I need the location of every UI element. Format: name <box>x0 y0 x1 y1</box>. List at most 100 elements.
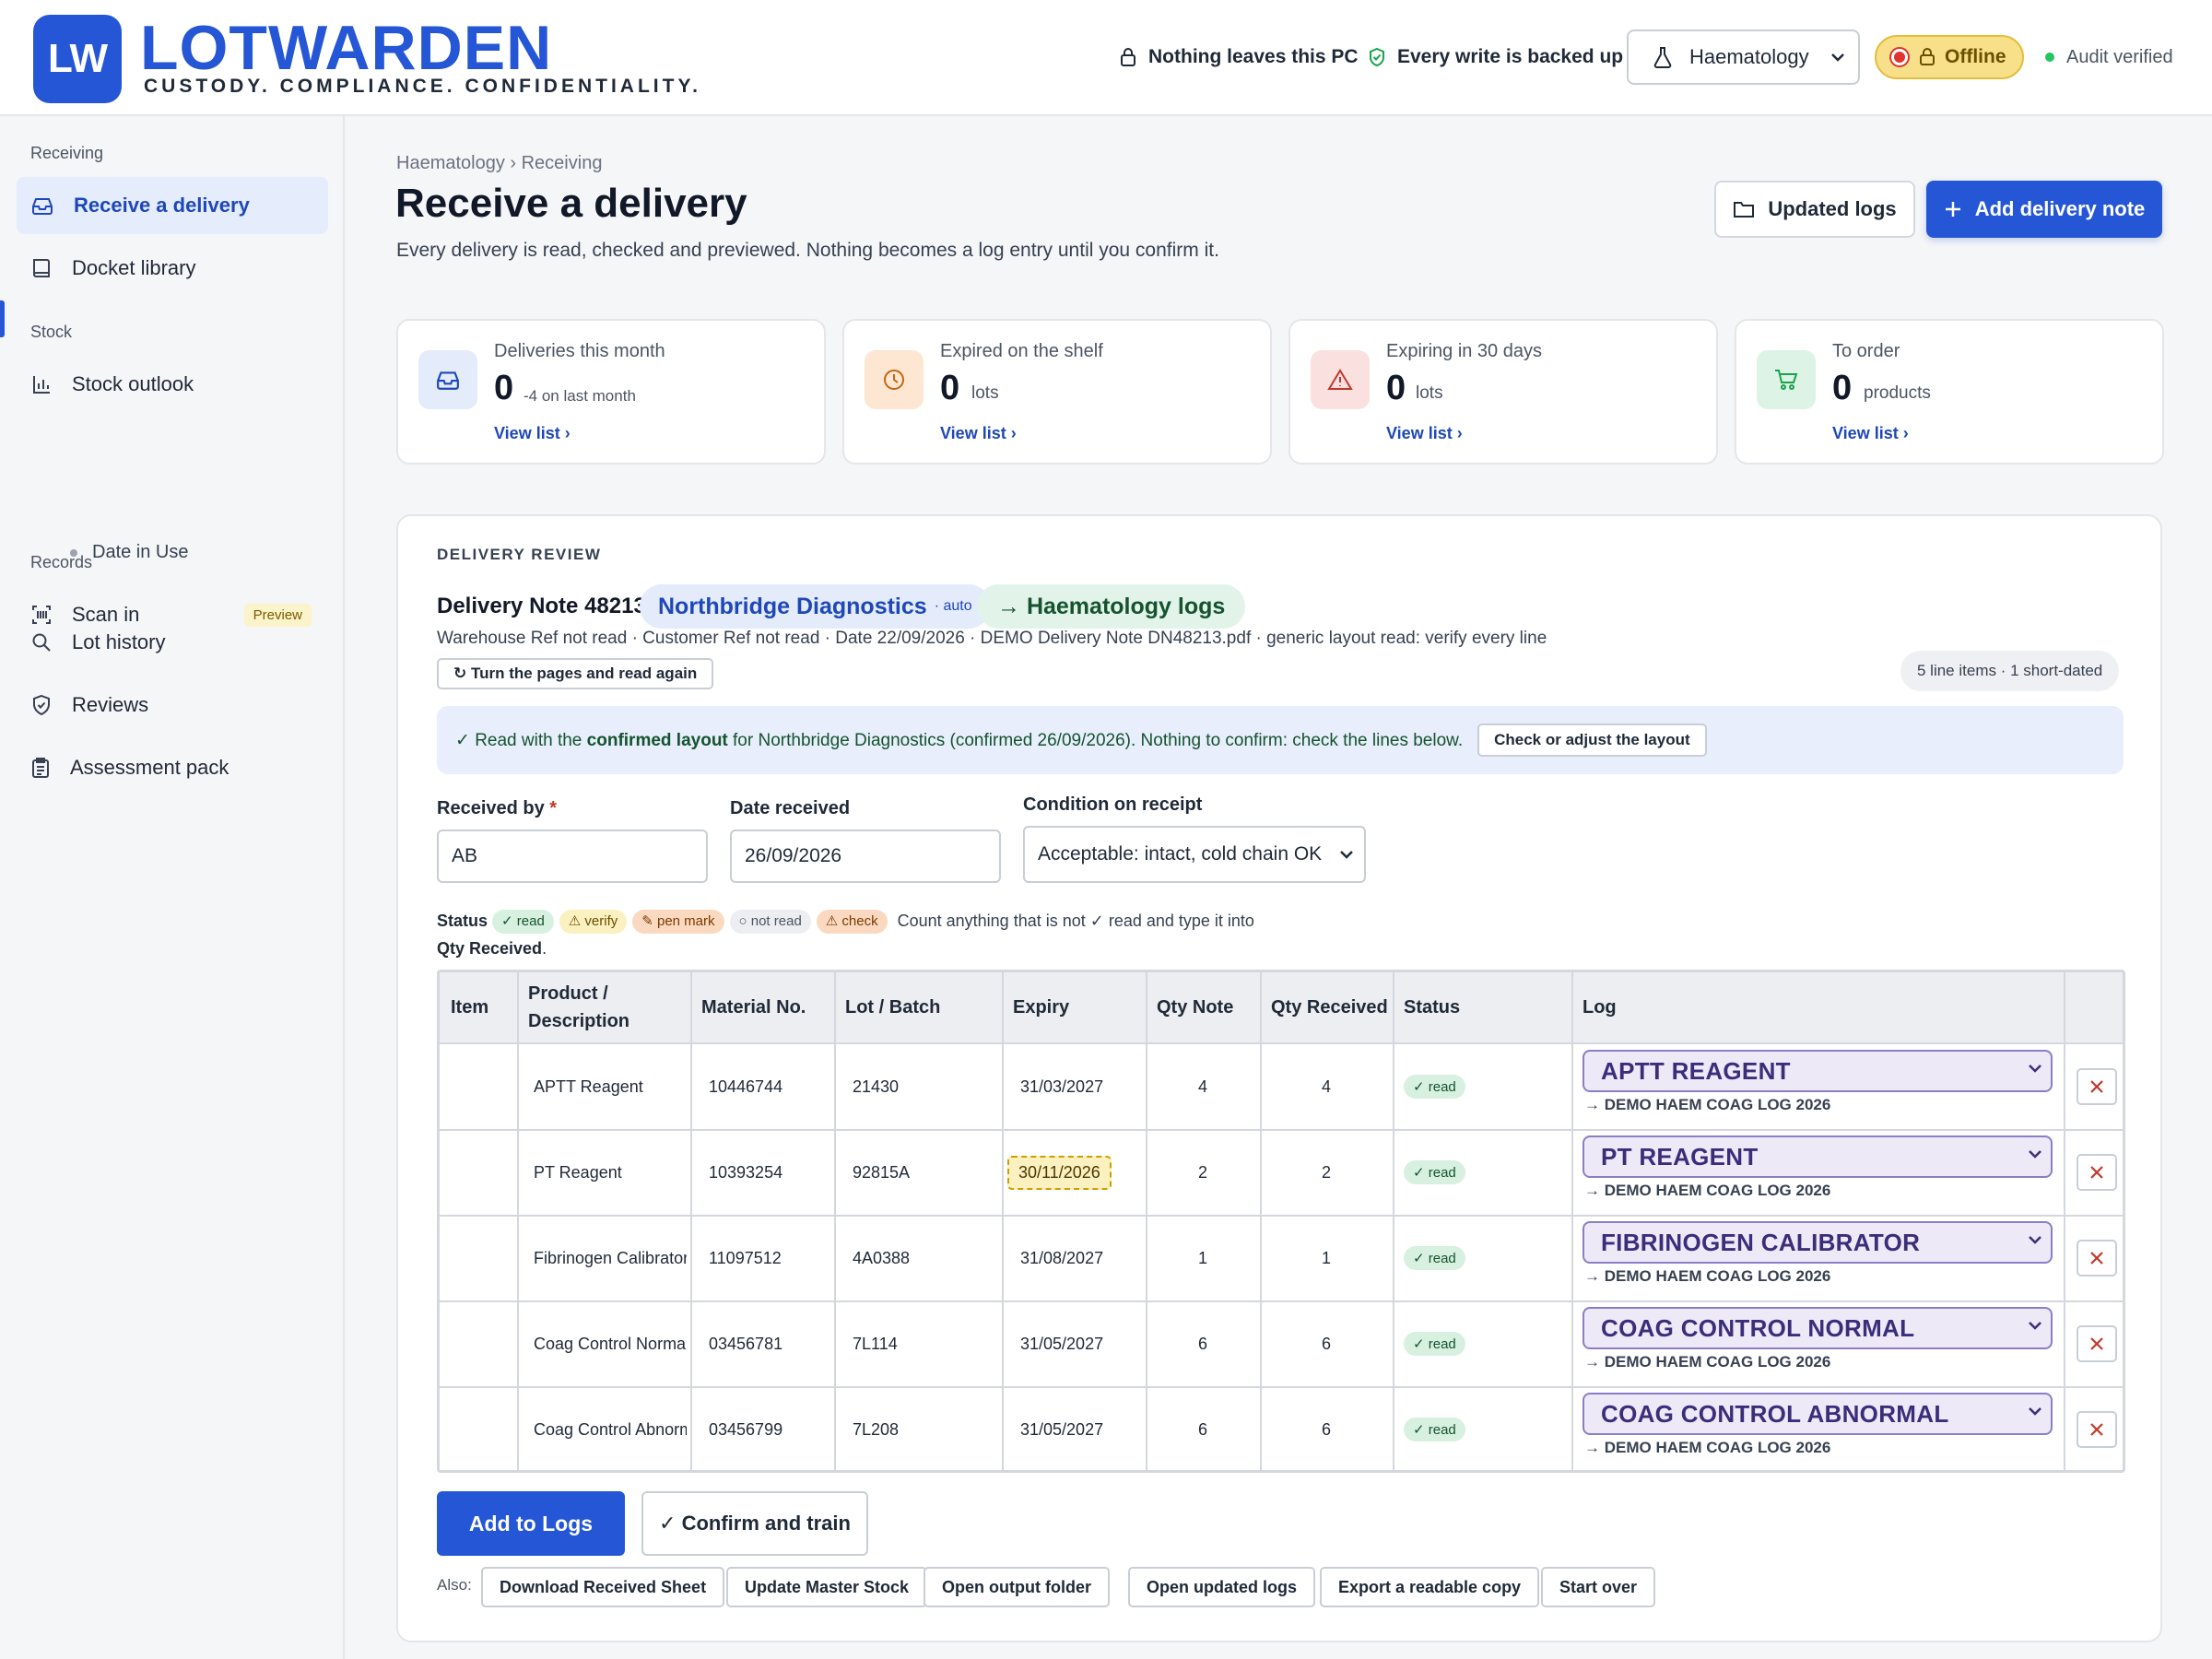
read-again-button[interactable]: ↻ Turn the pages and read again <box>437 658 714 689</box>
item-cell <box>440 1216 517 1300</box>
log-select[interactable]: COAG CONTROL NORMAL <box>1583 1307 2053 1349</box>
expiry-value: 31/05/2027 <box>1020 1419 1104 1439</box>
open-output-folder-button[interactable]: Open output folder <box>924 1567 1110 1607</box>
stat-label: Expiring in 30 days <box>1386 341 1542 361</box>
received-by-input[interactable]: AB <box>437 830 708 883</box>
sidebar-item-lot-history[interactable]: Lot history <box>17 614 328 671</box>
expiry-value: 31/03/2027 <box>1020 1077 1104 1096</box>
column-divider <box>690 972 692 1470</box>
sidebar-item-receive-delivery[interactable]: Receive a delivery <box>17 177 328 234</box>
log-select[interactable]: PT REAGENT <box>1583 1135 2053 1178</box>
search-icon <box>31 632 52 653</box>
sidebar-section-receiving: Receiving <box>30 144 104 162</box>
stat-value: 0 <box>1832 369 1853 407</box>
column-divider <box>517 972 519 1470</box>
delivery-review-panel: DELIVERY REVIEW Delivery Note 48213 Nort… <box>396 514 2162 1642</box>
sidebar-section-stock: Stock <box>30 323 73 341</box>
sidebar-item-stock-outlook[interactable]: Stock outlook <box>17 356 328 413</box>
qty-note-cell: 1 <box>1197 1248 1207 1267</box>
also-label: Also: <box>437 1576 472 1594</box>
stat-card-deliveries: Deliveries this month 0 -4 on last month… <box>396 319 826 465</box>
cart-icon <box>1757 350 1816 409</box>
expiry-cell: 31/08/2027 <box>1007 1216 1142 1300</box>
date-received-input[interactable]: 26/09/2026 <box>730 830 1001 883</box>
material-cell: 11097512 <box>709 1248 782 1267</box>
item-cell <box>440 1130 517 1215</box>
legend-chip-check: ⚠ check <box>816 910 888 935</box>
sidebar-item-assessment-pack[interactable]: Assessment pack <box>17 739 328 796</box>
export-readable-copy-button[interactable]: Export a readable copy <box>1320 1567 1540 1607</box>
date-received-label: Date received <box>730 798 851 818</box>
qty-received-input[interactable]: 6 <box>1260 1301 1393 1386</box>
view-list-link[interactable]: View list › <box>1832 424 1909 443</box>
log-select-value: COAG CONTROL NORMAL <box>1601 1313 1915 1342</box>
sidebar-item-label: Lot history <box>72 630 166 653</box>
log-destination: → DEMO HAEM COAG LOG 2026 <box>1584 1353 1831 1371</box>
stat-card-expired: Expired on the shelf 0 lots View list › <box>842 319 1272 465</box>
expiry-cell: 31/05/2027 <box>1007 1387 1142 1470</box>
sidebar-item-reviews[interactable]: Reviews <box>17 677 328 734</box>
add-delivery-note-button[interactable]: Add delivery note <box>1926 181 2162 238</box>
updated-logs-button[interactable]: Updated logs <box>1714 181 1915 238</box>
condition-label: Condition on receipt <box>1023 794 1203 815</box>
log-target-badge[interactable]: → Haematology logs <box>977 584 1246 629</box>
download-received-sheet-button[interactable]: Download Received Sheet <box>481 1567 725 1607</box>
log-destination: → DEMO HAEM COAG LOG 2026 <box>1584 1182 1831 1199</box>
active-indicator <box>0 300 5 337</box>
material-cell: 03456799 <box>709 1419 783 1439</box>
legend-chip-not-read: ○ not read <box>729 910 811 935</box>
product-cell: Fibrinogen Calibrator <box>534 1248 687 1267</box>
remove-row-button[interactable] <box>2077 1068 2117 1105</box>
qty-received-input[interactable]: 4 <box>1260 1044 1393 1129</box>
clock-icon <box>865 350 924 409</box>
confirm-and-train-button[interactable]: ✓ Confirm and train <box>641 1491 868 1556</box>
remove-row-button[interactable] <box>2077 1154 2117 1191</box>
qty-note-cell: 2 <box>1197 1162 1207 1182</box>
remove-row-button[interactable] <box>2077 1325 2117 1362</box>
status-badge: ✓ read <box>1404 1160 1465 1184</box>
line-count-badge: 5 line items · 1 short-dated <box>1900 651 2120 691</box>
col-header-material: Material No. <box>690 972 834 1044</box>
stat-label: To order <box>1832 341 1900 361</box>
sidebar-item-docket-library[interactable]: Docket library <box>17 240 328 297</box>
log-select-value: COAG CONTROL ABNORMAL <box>1601 1399 1949 1428</box>
chevron-down-icon <box>1340 850 1353 859</box>
inbox-icon <box>31 195 53 216</box>
material-cell: 10393254 <box>709 1162 783 1182</box>
supplier-badge[interactable]: Northbridge Diagnostics · auto <box>640 584 991 629</box>
log-select[interactable]: APTT REAGENT <box>1583 1050 2053 1092</box>
shield-check-icon <box>31 694 52 716</box>
open-updated-logs-button[interactable]: Open updated logs <box>1128 1567 1316 1607</box>
backup-text: Every write is backed up <box>1397 46 1624 67</box>
offline-status-toggle[interactable]: Offline <box>1875 35 2024 79</box>
remove-row-button[interactable] <box>2077 1240 2117 1277</box>
log-select-value: FIBRINOGEN CALIBRATOR <box>1601 1228 1921 1256</box>
view-list-link[interactable]: View list › <box>1386 424 1463 443</box>
department-select[interactable]: Haematology <box>1627 29 1860 85</box>
condition-select[interactable]: Acceptable: intact, cold chain OK <box>1023 826 1366 883</box>
col-header-qty-received: Qty Received <box>1260 972 1393 1044</box>
log-select[interactable]: FIBRINOGEN CALIBRATOR <box>1583 1221 2053 1264</box>
col-header-actions <box>2064 972 2123 1044</box>
backup-indicator: Every write is backed up <box>1368 41 1623 74</box>
qty-received-input[interactable]: 6 <box>1260 1387 1393 1470</box>
add-to-logs-button[interactable]: Add to Logs <box>437 1491 625 1556</box>
log-select[interactable]: COAG CONTROL ABNORMAL <box>1583 1393 2053 1435</box>
offline-label: Offline <box>1945 46 2006 67</box>
qty-received-input[interactable]: 1 <box>1260 1216 1393 1300</box>
col-header-product: Product / Description <box>517 972 690 1044</box>
view-list-link[interactable]: View list › <box>494 424 571 443</box>
view-list-link[interactable]: View list › <box>940 424 1017 443</box>
update-master-stock-button[interactable]: Update Master Stock <box>726 1567 928 1607</box>
flask-icon <box>1653 46 1673 68</box>
brand-tagline: CUSTODY. COMPLIANCE. CONFIDENTIALITY. <box>144 76 701 97</box>
lot-cell: 7L114 <box>853 1334 898 1353</box>
remove-row-button[interactable] <box>2077 1411 2117 1448</box>
status-dot-icon <box>1889 47 1910 67</box>
qty-received-input[interactable]: 2 <box>1260 1130 1393 1215</box>
col-header-item: Item <box>440 972 517 1044</box>
start-over-button[interactable]: Start over <box>1541 1567 1656 1607</box>
sidebar-item-label: Receive a delivery <box>74 194 250 217</box>
lock-icon <box>1919 48 1936 66</box>
check-layout-button[interactable]: Check or adjust the layout <box>1477 724 1707 757</box>
